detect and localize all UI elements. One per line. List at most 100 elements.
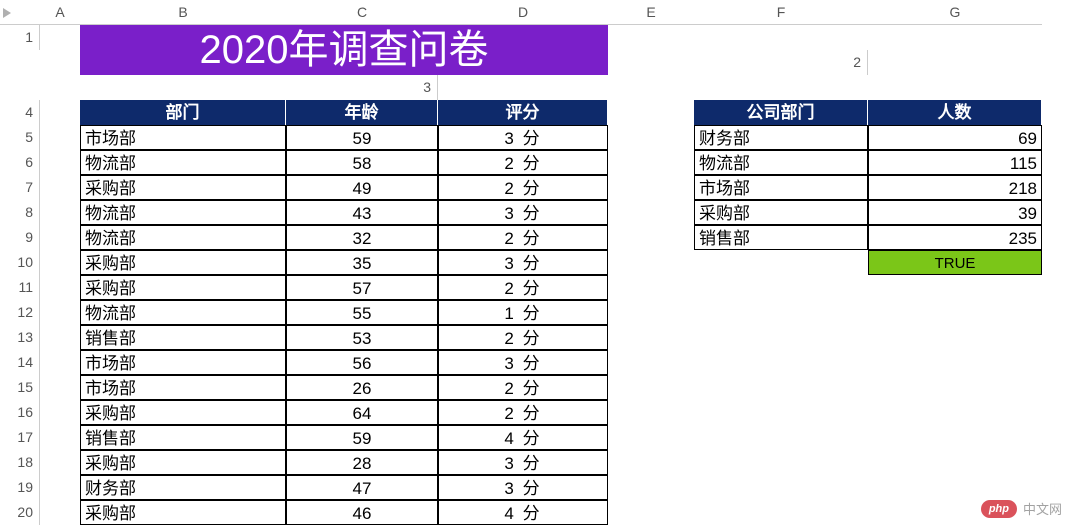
- table-cell[interactable]: 物流部: [694, 150, 868, 175]
- table-cell[interactable]: 56: [286, 350, 438, 375]
- cell[interactable]: [40, 175, 80, 200]
- table-cell[interactable]: 32: [286, 225, 438, 250]
- table-cell[interactable]: 2 分: [438, 325, 608, 350]
- row-header[interactable]: 3: [286, 75, 438, 100]
- cell[interactable]: [868, 25, 1042, 50]
- cell[interactable]: [694, 425, 868, 450]
- table-cell[interactable]: 26: [286, 375, 438, 400]
- table-cell[interactable]: 4 分: [438, 425, 608, 450]
- true-result-cell[interactable]: TRUE: [868, 250, 1042, 275]
- table-cell[interactable]: 2 分: [438, 225, 608, 250]
- cell[interactable]: [868, 475, 1042, 500]
- cell[interactable]: [40, 400, 80, 425]
- table-cell[interactable]: 46: [286, 500, 438, 525]
- table-cell[interactable]: 3 分: [438, 350, 608, 375]
- cell[interactable]: [694, 325, 868, 350]
- table-cell[interactable]: 59: [286, 125, 438, 150]
- table-cell[interactable]: 销售部: [694, 225, 868, 250]
- table-cell[interactable]: 销售部: [80, 325, 286, 350]
- cell[interactable]: [40, 250, 80, 275]
- row-header[interactable]: 20: [0, 500, 40, 525]
- cell[interactable]: [694, 475, 868, 500]
- table-cell[interactable]: 物流部: [80, 225, 286, 250]
- cell[interactable]: [40, 500, 80, 525]
- cell[interactable]: [608, 50, 694, 75]
- table-cell[interactable]: 2 分: [438, 150, 608, 175]
- cell[interactable]: [608, 375, 694, 400]
- cell[interactable]: [40, 50, 80, 75]
- table-cell[interactable]: 市场部: [694, 175, 868, 200]
- table-cell[interactable]: 58: [286, 150, 438, 175]
- cell[interactable]: [694, 400, 868, 425]
- cell[interactable]: [608, 300, 694, 325]
- cell[interactable]: [608, 350, 694, 375]
- table-cell[interactable]: 3 分: [438, 475, 608, 500]
- cell[interactable]: [868, 50, 1042, 75]
- cell[interactable]: [40, 350, 80, 375]
- table-cell[interactable]: 市场部: [80, 350, 286, 375]
- col-header-a[interactable]: A: [40, 0, 80, 25]
- cell[interactable]: [868, 450, 1042, 475]
- cell[interactable]: [608, 200, 694, 225]
- row-header[interactable]: 6: [0, 150, 40, 175]
- cell[interactable]: [694, 250, 868, 275]
- cell[interactable]: [40, 325, 80, 350]
- table-cell[interactable]: 49: [286, 175, 438, 200]
- table-cell[interactable]: 64: [286, 400, 438, 425]
- table-cell[interactable]: 2 分: [438, 400, 608, 425]
- row-header[interactable]: 13: [0, 325, 40, 350]
- row-header[interactable]: 18: [0, 450, 40, 475]
- survey-header-age[interactable]: 年龄: [286, 100, 438, 125]
- cell[interactable]: [608, 400, 694, 425]
- cell[interactable]: [608, 100, 694, 125]
- table-cell[interactable]: 47: [286, 475, 438, 500]
- table-cell[interactable]: 采购部: [80, 175, 286, 200]
- table-cell[interactable]: 市场部: [80, 125, 286, 150]
- table-cell[interactable]: 39: [868, 200, 1042, 225]
- cell[interactable]: [868, 375, 1042, 400]
- table-cell[interactable]: 物流部: [80, 150, 286, 175]
- cell[interactable]: [608, 475, 694, 500]
- cell[interactable]: [868, 400, 1042, 425]
- table-cell[interactable]: 115: [868, 150, 1042, 175]
- cell[interactable]: [608, 175, 694, 200]
- row-header[interactable]: 9: [0, 225, 40, 250]
- row-header[interactable]: 12: [0, 300, 40, 325]
- cell[interactable]: [40, 375, 80, 400]
- cell[interactable]: [438, 75, 608, 100]
- table-cell[interactable]: 采购部: [694, 200, 868, 225]
- cell[interactable]: [608, 500, 694, 525]
- col-header-g[interactable]: G: [868, 0, 1042, 25]
- survey-header-dept[interactable]: 部门: [80, 100, 286, 125]
- table-cell[interactable]: 采购部: [80, 275, 286, 300]
- cell[interactable]: [40, 125, 80, 150]
- table-cell[interactable]: 59: [286, 425, 438, 450]
- survey-header-score[interactable]: 评分: [438, 100, 608, 125]
- cell[interactable]: [694, 375, 868, 400]
- cell[interactable]: [608, 75, 694, 100]
- cell[interactable]: [40, 300, 80, 325]
- cell[interactable]: [608, 150, 694, 175]
- row-header[interactable]: 19: [0, 475, 40, 500]
- cell[interactable]: [868, 300, 1042, 325]
- table-cell[interactable]: 市场部: [80, 375, 286, 400]
- table-cell[interactable]: 物流部: [80, 200, 286, 225]
- table-cell[interactable]: 1 分: [438, 300, 608, 325]
- cell[interactable]: [40, 25, 80, 50]
- row-header[interactable]: 17: [0, 425, 40, 450]
- cell[interactable]: [40, 150, 80, 175]
- cell[interactable]: [608, 275, 694, 300]
- table-cell[interactable]: 采购部: [80, 250, 286, 275]
- cell[interactable]: [868, 325, 1042, 350]
- spreadsheet-grid[interactable]: A B C D E F G 1 2 2020年调查问卷 3 4 部门 年龄 评分…: [0, 0, 1080, 525]
- cell[interactable]: [694, 300, 868, 325]
- cell[interactable]: [868, 75, 1042, 100]
- table-cell[interactable]: 采购部: [80, 450, 286, 475]
- summary-header-count[interactable]: 人数: [868, 100, 1042, 125]
- cell[interactable]: [40, 200, 80, 225]
- cell[interactable]: [40, 275, 80, 300]
- cell[interactable]: [40, 475, 80, 500]
- summary-header-dept[interactable]: 公司部门: [694, 100, 868, 125]
- table-cell[interactable]: 55: [286, 300, 438, 325]
- row-header[interactable]: 11: [0, 275, 40, 300]
